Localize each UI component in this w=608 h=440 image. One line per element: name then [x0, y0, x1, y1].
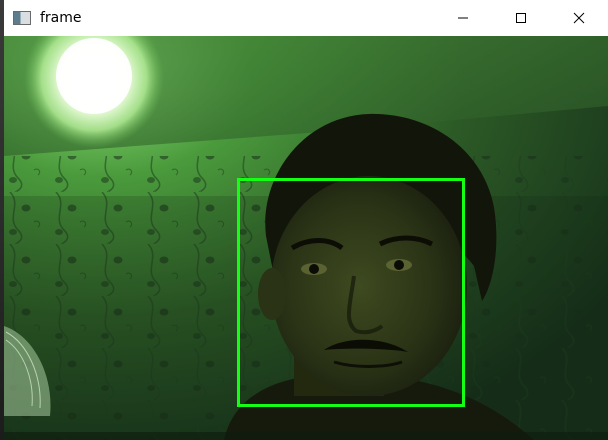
title-bar[interactable]: frame [4, 0, 608, 36]
maximize-icon [516, 13, 526, 23]
close-button[interactable] [550, 0, 608, 36]
video-frame [4, 36, 608, 440]
window-title: frame [40, 10, 82, 26]
frame-window: frame [4, 0, 608, 440]
opencv-window-icon [13, 11, 31, 25]
window-controls [434, 0, 608, 36]
minimize-icon [458, 17, 468, 19]
face-detection-box [237, 178, 465, 407]
maximize-button[interactable] [492, 0, 550, 36]
minimize-button[interactable] [434, 0, 492, 36]
close-icon [573, 12, 585, 24]
